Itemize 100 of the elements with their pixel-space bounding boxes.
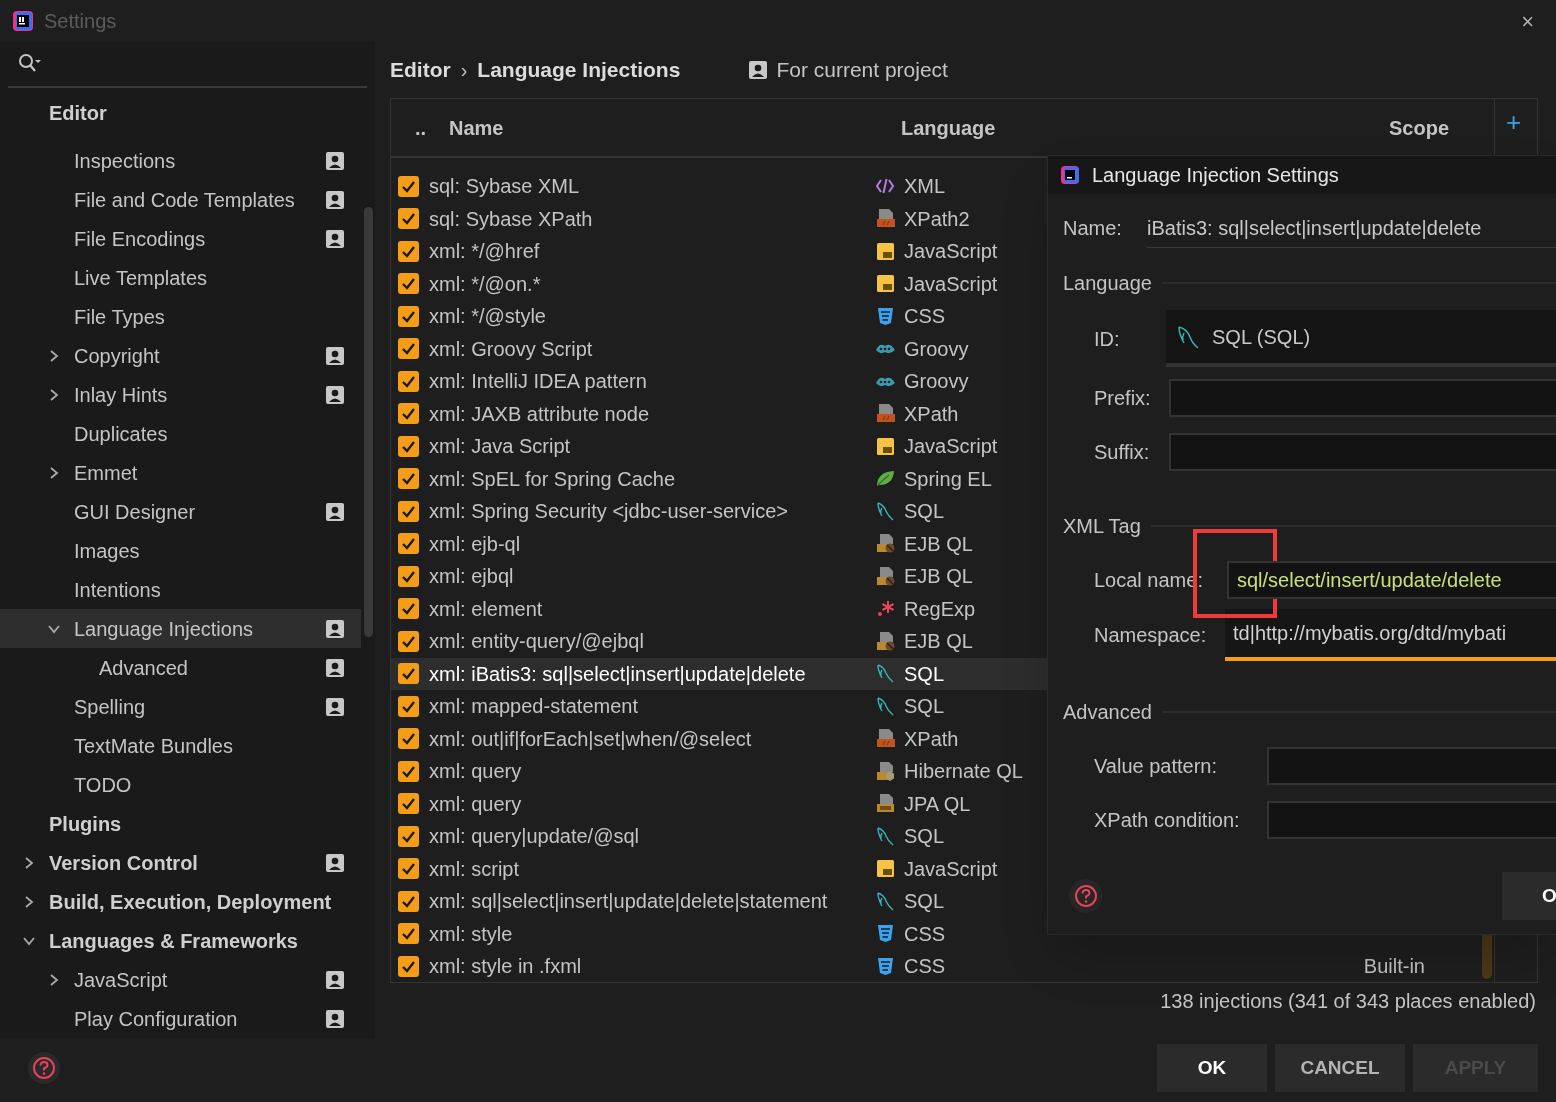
checkbox[interactable] — [398, 273, 419, 295]
table-cell-text: Spring EL — [904, 466, 992, 492]
checkbox[interactable] — [398, 630, 419, 652]
table-cell-text: xml: */@href — [429, 239, 541, 265]
help-button[interactable] — [1069, 879, 1103, 913]
checkbox[interactable] — [398, 435, 419, 457]
item-label: File and Code Templates — [74, 187, 295, 213]
column-header[interactable]: Name — [449, 112, 901, 143]
table-row[interactable]: xml: out|if|forEach|set|when/@select XPath — [391, 722, 1494, 755]
checkbox[interactable] — [398, 305, 419, 327]
field-label: ID: — [1094, 326, 1121, 352]
sidebar-item[interactable]: TODO — [0, 765, 361, 804]
sidebar-item[interactable]: Copyright — [0, 336, 361, 375]
checkbox[interactable] — [398, 533, 419, 555]
checkbox[interactable] — [398, 728, 419, 750]
close-button[interactable]: × — [1521, 4, 1534, 38]
sidebar-item[interactable]: Spelling — [0, 687, 361, 726]
column-header[interactable]: .. — [415, 112, 449, 143]
sidebar-item[interactable]: Live Templates — [0, 258, 361, 297]
table-row[interactable]: xml: sql|select|insert|update|delete|statement SQL — [391, 885, 1494, 918]
sidebar-item[interactable]: Language Injections — [0, 609, 361, 648]
sidebar-item[interactable]: File Types — [0, 297, 361, 336]
language-dropdown[interactable]: SQL (SQL) — [1166, 310, 1556, 367]
sidebar-item[interactable]: Inspections — [0, 141, 361, 180]
checkbox[interactable] — [398, 565, 419, 587]
sidebar-item[interactable]: Version Control — [0, 843, 361, 882]
checkbox[interactable] — [398, 923, 419, 945]
item-label: Build, Execution, Deployment — [49, 889, 332, 915]
checkbox[interactable] — [398, 208, 419, 230]
checkbox[interactable] — [398, 858, 419, 880]
table-cell-text: xml: Spring Security <jdbc-user-service> — [429, 499, 789, 525]
sidebar-item[interactable]: File Encodings — [0, 219, 361, 258]
checkbox[interactable] — [398, 338, 419, 360]
sidebar-item[interactable]: Build, Execution, Deployment — [0, 882, 361, 921]
checkbox[interactable] — [398, 793, 419, 815]
checkbox[interactable] — [398, 890, 419, 912]
table-row[interactable]: xml: style in .fxml CSS Built-in — [391, 950, 1494, 983]
checkbox[interactable] — [398, 695, 419, 717]
input-field[interactable] — [1267, 747, 1556, 785]
sidebar-item[interactable]: Inlay Hints — [0, 375, 361, 414]
table-cell-text: SQL — [904, 824, 945, 850]
sidebar-item[interactable]: Advanced — [0, 648, 361, 687]
item-label: Version Control — [49, 850, 198, 876]
input-field[interactable]: sql/select/insert/update/delete — [1227, 561, 1556, 599]
checkbox[interactable] — [398, 370, 419, 392]
sidebar-item[interactable]: Duplicates — [0, 414, 361, 453]
breadcrumb-separator: › — [460, 58, 468, 83]
table-row[interactable]: xml: style CSS — [391, 917, 1494, 950]
check-icon — [401, 211, 416, 227]
table-cell-text: xml: element — [429, 596, 544, 622]
sidebar-item[interactable]: GUI Designer — [0, 492, 361, 531]
ok-button[interactable]: O — [1502, 872, 1556, 920]
add-button[interactable]: + — [1495, 99, 1532, 144]
table-row[interactable]: xml: SpEL for Spring Cache Spring EL — [391, 462, 1494, 495]
scope-label: For current project — [776, 57, 948, 84]
sidebar-item[interactable]: Images — [0, 531, 361, 570]
checkbox[interactable] — [398, 240, 419, 262]
field-label: Value pattern: — [1094, 754, 1219, 779]
input-field[interactable] — [1267, 801, 1556, 839]
item-label: Intentions — [74, 577, 161, 603]
input-field[interactable]: td|http://mybatis.org/dtd/mybati — [1225, 609, 1556, 661]
sidebar-item[interactable]: Intentions — [0, 570, 361, 609]
dialog-title: Language Injection Settings — [1092, 163, 1339, 188]
sidebar-item[interactable]: TextMate Bundles — [0, 726, 361, 765]
checkbox[interactable] — [398, 663, 419, 685]
column-header[interactable]: Language — [901, 112, 1389, 143]
sidebar-item[interactable]: Plugins — [0, 804, 361, 843]
column-header[interactable]: Scope — [1389, 112, 1450, 143]
help-icon — [1074, 884, 1098, 908]
help-button[interactable] — [28, 1052, 60, 1084]
checkbox[interactable] — [398, 500, 419, 522]
checkbox[interactable] — [398, 955, 419, 977]
table-cell-text: Groovy — [904, 369, 969, 395]
checkbox[interactable] — [398, 760, 419, 782]
sidebar-item[interactable]: Editor — [0, 93, 361, 132]
field-label: XPath condition: — [1094, 808, 1241, 833]
checkbox[interactable] — [398, 175, 419, 197]
table-cell-text: XPath — [904, 401, 959, 427]
breadcrumb-item[interactable]: Editor — [390, 54, 451, 86]
sidebar-item[interactable]: Languages & Frameworks — [0, 921, 361, 960]
table-row[interactable]: xml: script JavaScript — [391, 852, 1494, 885]
sidebar-item[interactable]: JavaScript — [0, 960, 361, 999]
checkbox[interactable] — [398, 825, 419, 847]
input-field[interactable] — [1169, 379, 1556, 417]
table-cell-text: EJB QL — [904, 531, 973, 557]
breadcrumb-item[interactable]: Language Injections — [477, 54, 681, 86]
input-field[interactable] — [1169, 433, 1556, 471]
table-cell-text: EJB QL — [904, 564, 973, 590]
checkbox[interactable] — [398, 598, 419, 620]
section-header: Advanced — [1063, 700, 1152, 725]
checkbox[interactable] — [398, 403, 419, 425]
name-field[interactable]: iBatis3: sql|select|insert|update|delete — [1147, 208, 1556, 248]
item-label: Language Injections — [74, 616, 254, 642]
dialog-button[interactable]: CANCEL — [1275, 1044, 1405, 1092]
checkbox[interactable] — [398, 468, 419, 490]
dialog-button[interactable]: OK — [1157, 1044, 1267, 1092]
sidebar-item[interactable]: Play Configuration — [0, 999, 361, 1038]
scrollbar-thumb[interactable] — [364, 207, 373, 637]
sidebar-item[interactable]: Emmet — [0, 453, 361, 492]
sidebar-item[interactable]: File and Code Templates — [0, 180, 361, 219]
